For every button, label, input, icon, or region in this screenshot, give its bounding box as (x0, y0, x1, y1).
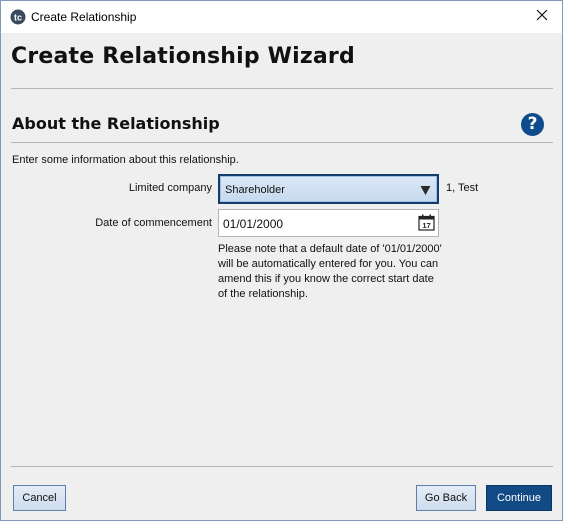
divider (11, 88, 553, 89)
cancel-button[interactable]: Cancel (13, 485, 66, 511)
close-button[interactable] (522, 1, 562, 33)
select-value: Shareholder (225, 184, 285, 196)
tc-logo-icon: tc (10, 9, 27, 25)
company-name-text: 1, Test (446, 182, 479, 194)
page-title: Create Relationship Wizard (11, 44, 355, 69)
window-title: Create Relationship (31, 10, 137, 24)
relationship-type-select[interactable]: Shareholder (218, 174, 439, 204)
calendar-icon[interactable]: 17 (418, 214, 435, 231)
default-date-note: Please note that a default date of '01/0… (218, 243, 442, 300)
divider (11, 466, 553, 467)
date-of-commencement-input[interactable]: 01/01/2000 17 (218, 209, 439, 237)
svg-text:tc: tc (14, 13, 22, 23)
dialog-window: tc Create Relationship Create Relationsh… (0, 0, 563, 521)
divider (11, 142, 553, 143)
section-title: About the Relationship (12, 114, 220, 133)
company-label: Limited company (128, 182, 212, 194)
help-icon[interactable]: ? (521, 113, 544, 136)
dropdown-arrow-icon[interactable] (420, 183, 431, 195)
continue-button[interactable]: Continue (486, 485, 552, 511)
date-value: 01/01/2000 (223, 217, 284, 231)
date-label: Date of commencement (95, 217, 212, 229)
go-back-button[interactable]: Go Back (416, 485, 476, 511)
title-bar: tc Create Relationship (1, 1, 562, 33)
intro-text: Enter some information about this relati… (12, 154, 239, 166)
svg-text:17: 17 (422, 221, 430, 230)
dialog-content: Create Relationship Wizard About the Rel… (1, 33, 562, 520)
close-icon[interactable] (536, 8, 548, 26)
